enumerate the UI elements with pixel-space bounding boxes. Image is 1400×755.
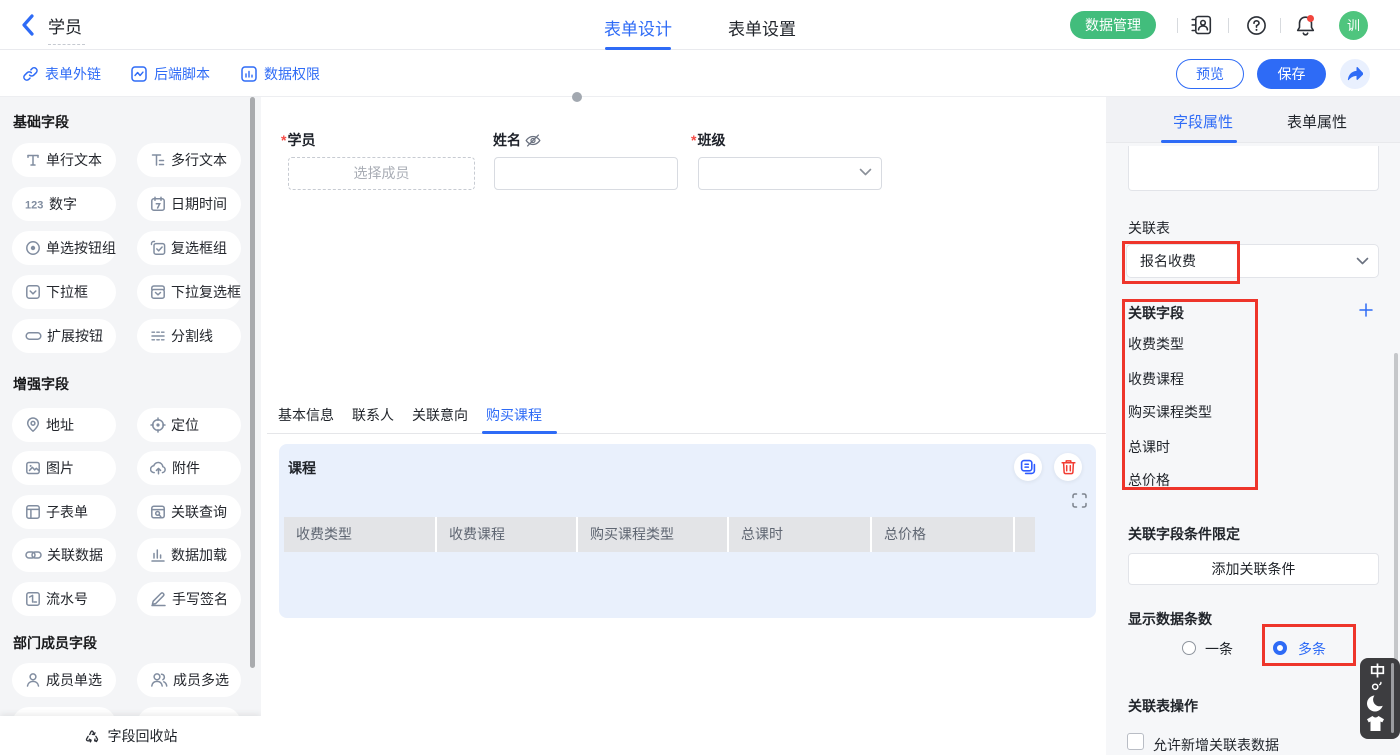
svg-text:123: 123 (25, 200, 43, 212)
